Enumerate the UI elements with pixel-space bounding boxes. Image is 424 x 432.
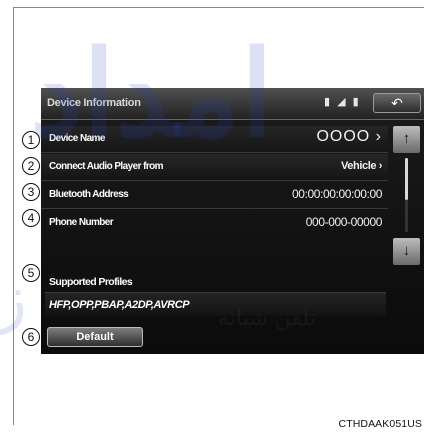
row-phone-number: Phone Number 000-000-00000: [41, 210, 388, 237]
row-device-name[interactable]: Device Name OOOO ›: [41, 126, 388, 153]
callout-5: 5: [22, 264, 40, 282]
figure-caption: CTHDAAK051US: [338, 418, 422, 430]
callout-3: 3: [22, 183, 40, 201]
connect-audio-player-label: Connect Audio Player from: [49, 160, 164, 172]
bluetooth-address-label: Bluetooth Address: [49, 188, 129, 200]
scroll-down-button[interactable]: ↓: [393, 238, 420, 265]
supported-profiles-value: HFP,OPP,PBAP,A2DP,AVRCP: [49, 299, 190, 311]
phone-number-label: Phone Number: [49, 216, 114, 228]
title-bar: Device Information ▮ ◢ ▮ ↶: [41, 88, 424, 120]
back-button[interactable]: ↶: [373, 93, 421, 113]
default-button[interactable]: Default: [47, 327, 143, 347]
device-information-screen: Device Information ▮ ◢ ▮ ↶ Device Name O…: [41, 88, 424, 354]
callout-6: 6: [22, 328, 40, 346]
screen-title: Device Information: [47, 97, 141, 109]
scrollbar-thumb[interactable]: [405, 158, 408, 200]
supported-profiles-label: Supported Profiles: [49, 276, 133, 288]
device-name-label: Device Name: [49, 132, 105, 144]
phone-number-value: 000-000-00000: [305, 215, 383, 229]
connect-audio-player-value: Vehicle ›: [340, 160, 382, 172]
bluetooth-icon: ▮: [324, 96, 332, 108]
callout-4: 4: [22, 209, 40, 227]
arrow-down-icon: ↓: [402, 242, 411, 259]
callout-2: 2: [22, 157, 40, 175]
divider: [41, 180, 388, 181]
device-name-value: OOOO ›: [316, 128, 382, 145]
bluetooth-address-value: 00:00:00:00:00:00: [292, 187, 382, 201]
signal-icon: ◢: [337, 96, 347, 108]
status-icons: ▮ ◢ ▮: [324, 95, 362, 108]
callout-1: 1: [22, 131, 40, 149]
supported-profiles-box: HFP,OPP,PBAP,A2DP,AVRCP: [45, 292, 386, 316]
back-arrow-icon: ↶: [391, 95, 403, 111]
battery-icon: ▮: [352, 96, 360, 108]
row-connect-audio-player[interactable]: Connect Audio Player from Vehicle ›: [41, 154, 388, 181]
divider: [41, 208, 388, 209]
divider: [41, 152, 388, 153]
arrow-up-icon: ↑: [402, 130, 411, 147]
scroll-up-button[interactable]: ↑: [393, 126, 420, 153]
row-bluetooth-address: Bluetooth Address 00:00:00:00:00:00: [41, 182, 388, 209]
